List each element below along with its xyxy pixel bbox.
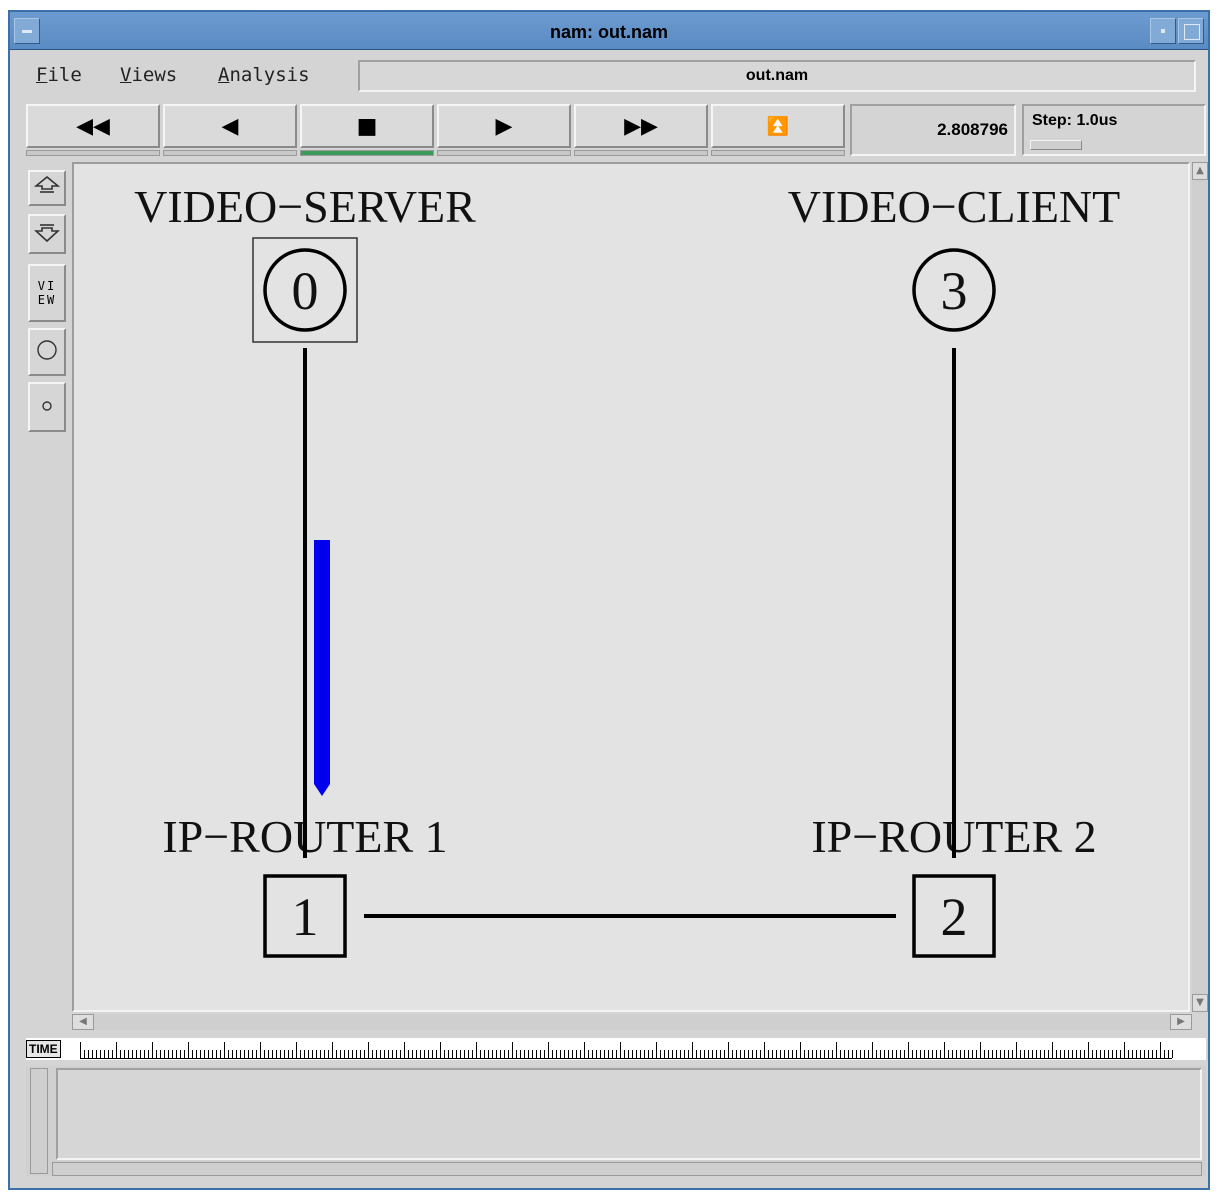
circle-small-icon — [40, 398, 54, 417]
node-id-label: 2 — [941, 887, 968, 947]
menu-file[interactable]: File — [36, 64, 82, 86]
eject-button-indicator — [711, 150, 845, 156]
zoom-out-icon — [33, 221, 61, 248]
stop-button-indicator — [300, 150, 434, 156]
node-3[interactable]: 3 VIDEO−CLIENT — [788, 181, 1121, 332]
view-label-line-1: VI — [37, 279, 57, 293]
zoom-in-icon — [33, 175, 61, 202]
node-size-small-button[interactable] — [28, 382, 66, 432]
topology-svg: 0VIDEO−SERVER1IP−ROUTER 12IP−ROUTER 23VI… — [134, 181, 1121, 958]
annotation-horizontal-scrollbar[interactable] — [52, 1162, 1202, 1176]
tool-palette: VI EW — [26, 164, 68, 1024]
step-slider[interactable] — [1030, 140, 1082, 150]
menu-analysis-rest: nalysis — [229, 64, 310, 86]
node-0[interactable]: 0 VIDEO−SERVER — [134, 181, 476, 343]
menu-analysis[interactable]: Analysis — [218, 64, 310, 86]
node-size-large-button[interactable] — [28, 328, 66, 376]
menu-file-accel: F — [36, 64, 48, 86]
packet-in-flight[interactable] — [314, 540, 330, 796]
fast-forward-icon: ▶▶ — [624, 113, 658, 139]
step-label: Step: 1.0us — [1032, 112, 1118, 129]
scroll-left-arrow[interactable]: ◀ — [72, 1014, 94, 1030]
node-id-label: 3 — [941, 261, 968, 321]
scroll-down-arrow[interactable]: ▼ — [1192, 994, 1208, 1012]
zoom-out-button[interactable] — [28, 214, 66, 254]
canvas-vertical-scrollbar[interactable]: ▲ ▼ — [1192, 162, 1208, 1012]
timeline[interactable]: TIME — [26, 1038, 1206, 1060]
menu-file-rest: ile — [47, 64, 82, 86]
scroll-right-arrow[interactable]: ▶ — [1170, 1014, 1192, 1030]
scroll-up-arrow[interactable]: ▲ — [1192, 162, 1208, 180]
network-canvas[interactable]: 0 VIDEO−SERVER 1 IP−ROUTER 1 2 IP−ROUTER 2 3 VI… — [72, 162, 1190, 1012]
menu-views-accel: V — [120, 64, 132, 86]
node-name-label: VIDEO−CLIENT — [788, 181, 1121, 232]
canvas-horizontal-scrollbar[interactable]: ◀ ▶ — [72, 1014, 1192, 1030]
eject-icon: ⏫ — [766, 115, 790, 137]
current-time-display: 2.808796 — [850, 104, 1016, 156]
node-id-label: 0 — [292, 261, 319, 321]
play-button[interactable]: ▶ — [437, 104, 571, 148]
play-button-indicator — [437, 150, 571, 156]
menu-views[interactable]: Views — [120, 64, 177, 86]
transport-toolbar: ◀◀ ◀ ■ ▶ ▶▶ ⏫ 2.808796 Step: 1.0us — [26, 104, 1206, 158]
circle-large-icon — [36, 339, 58, 365]
time-tag: TIME — [26, 1040, 61, 1058]
step-back-button[interactable]: ◀ — [163, 104, 297, 148]
rewind-button[interactable]: ◀◀ — [26, 104, 160, 148]
rewind-icon: ◀◀ — [76, 113, 110, 139]
eject-button[interactable]: ⏫ — [711, 104, 845, 148]
annotation-vertical-scrollbar[interactable] — [30, 1068, 48, 1174]
view-label-line-2: EW — [37, 293, 57, 307]
window-title: nam: out.nam — [549, 22, 668, 42]
fast-forward-button-indicator — [574, 150, 708, 156]
step-back-icon: ◀ — [221, 113, 239, 139]
maximize-button[interactable] — [1178, 18, 1204, 44]
nam-window: nam: out.nam File Views Analysis out.nam… — [8, 10, 1210, 1190]
play-icon: ▶ — [495, 113, 513, 139]
fast-forward-button[interactable]: ▶▶ — [574, 104, 708, 148]
step-back-button-indicator — [163, 150, 297, 156]
annotation-text-area[interactable] — [56, 1068, 1202, 1160]
node-id-label: 1 — [292, 887, 319, 947]
node-name-label: VIDEO−SERVER — [134, 181, 476, 232]
filename-field: out.nam — [358, 60, 1196, 92]
annotation-panel — [26, 1066, 1206, 1176]
timeline-ticks — [80, 1042, 1173, 1059]
stop-icon: ■ — [356, 113, 378, 139]
menu-views-rest: iews — [131, 64, 178, 86]
step-control: Step: 1.0us — [1022, 104, 1206, 156]
menu-bar: File Views Analysis — [22, 58, 362, 94]
menu-analysis-accel: A — [218, 64, 230, 86]
zoom-in-button[interactable] — [28, 170, 66, 206]
rewind-button-indicator — [26, 150, 160, 156]
minimize-button[interactable] — [1150, 18, 1176, 44]
view-label: VI EW — [38, 279, 56, 307]
view-button[interactable]: VI EW — [28, 264, 66, 322]
title-bar[interactable]: nam: out.nam — [10, 12, 1208, 50]
stop-button[interactable]: ■ — [300, 104, 434, 148]
